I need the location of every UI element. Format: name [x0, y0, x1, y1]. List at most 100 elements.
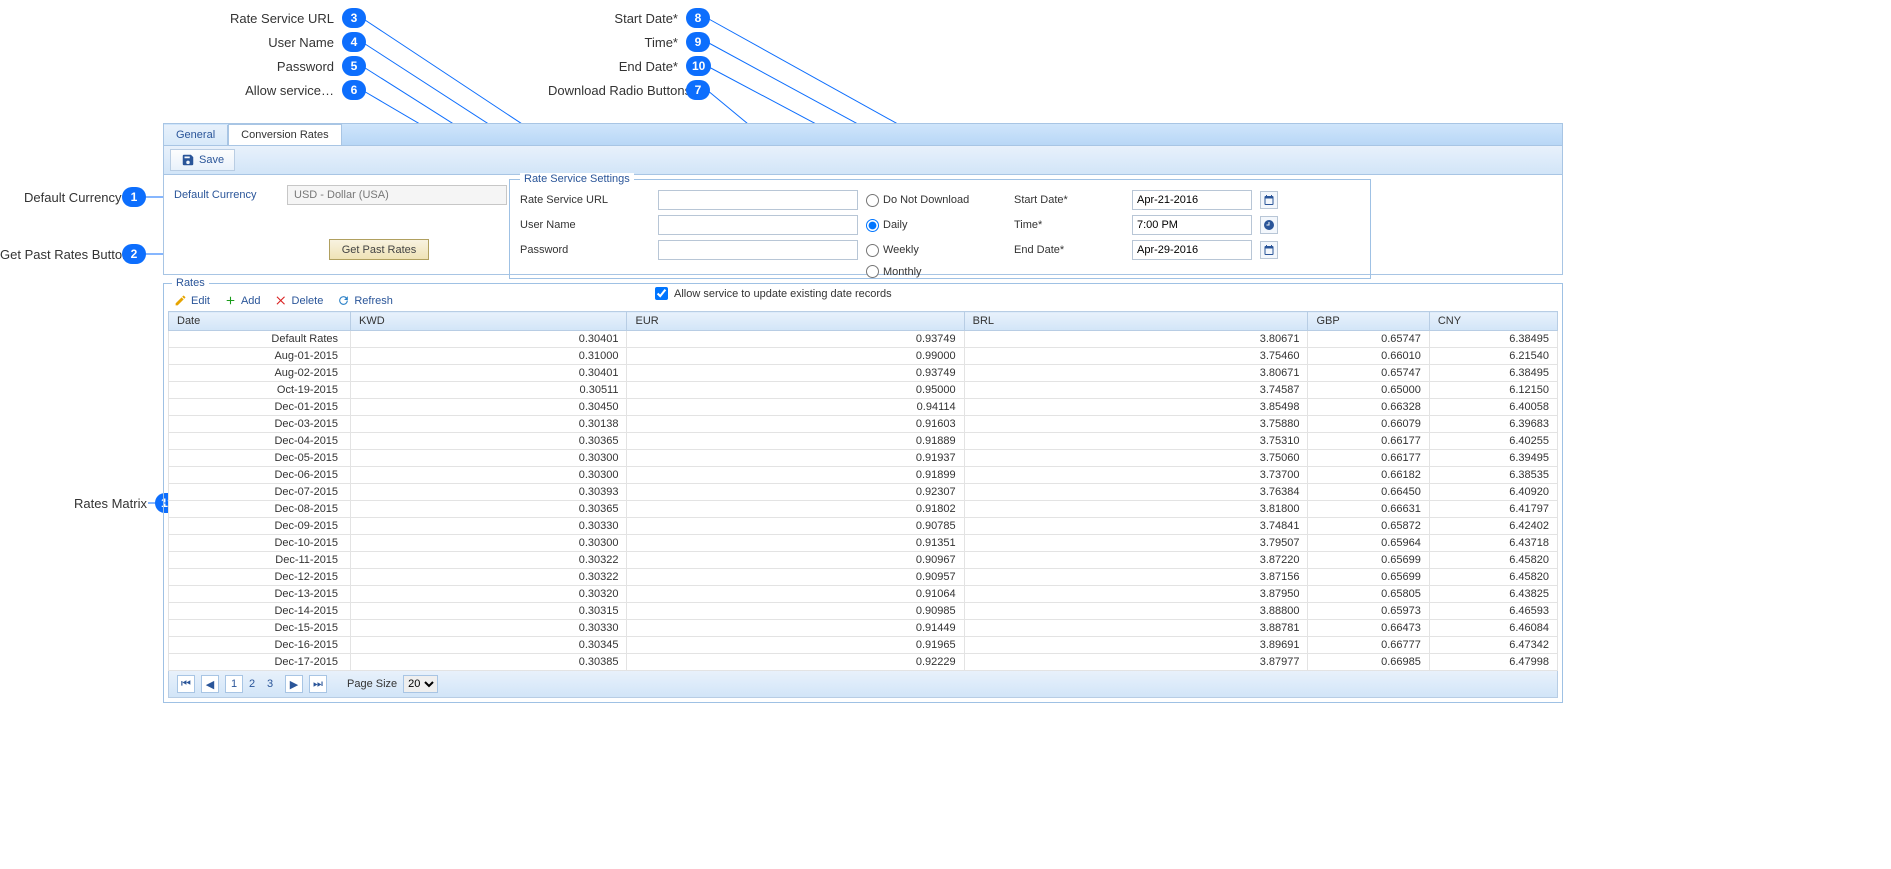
cell-brl: 3.75310: [964, 433, 1308, 450]
end-date-picker-button[interactable]: [1260, 241, 1278, 259]
pager-last[interactable]: ⏭: [309, 675, 327, 693]
cell-date: Aug-01-2015: [169, 348, 351, 365]
end-date-label: End Date*: [1014, 244, 1124, 256]
pager-next[interactable]: ▶: [285, 675, 303, 693]
cell-kwd: 0.30511: [351, 382, 627, 399]
table-row[interactable]: Oct-19-20150.305110.950003.745870.650006…: [169, 382, 1558, 399]
cell-cny: 6.46593: [1429, 603, 1557, 620]
end-date-input[interactable]: [1132, 240, 1252, 260]
cell-kwd: 0.30300: [351, 535, 627, 552]
tab-conversion-rates[interactable]: Conversion Rates: [228, 124, 341, 145]
table-row[interactable]: Aug-01-20150.310000.990003.754600.660106…: [169, 348, 1558, 365]
rates-edit-button[interactable]: Edit: [174, 294, 210, 307]
get-past-rates-button[interactable]: Get Past Rates: [329, 239, 429, 260]
start-date-input[interactable]: [1132, 190, 1252, 210]
cell-brl: 3.81800: [964, 501, 1308, 518]
table-row[interactable]: Dec-14-20150.303150.909853.888000.659736…: [169, 603, 1558, 620]
table-row[interactable]: Dec-07-20150.303930.923073.763840.664506…: [169, 484, 1558, 501]
cell-eur: 0.92307: [627, 484, 964, 501]
table-row[interactable]: Dec-11-20150.303220.909673.872200.656996…: [169, 552, 1558, 569]
radio-monthly[interactable]: [866, 265, 879, 278]
rss-pass-input[interactable]: [658, 240, 858, 260]
cell-cny: 6.42402: [1429, 518, 1557, 535]
table-row[interactable]: Dec-08-20150.303650.918023.818000.666316…: [169, 501, 1558, 518]
radio-daily[interactable]: [866, 219, 879, 232]
save-button[interactable]: Save: [170, 149, 235, 171]
table-row[interactable]: Aug-02-20150.304010.937493.806710.657476…: [169, 365, 1558, 382]
pager-page-1[interactable]: 1: [225, 675, 243, 693]
cell-date: Dec-12-2015: [169, 569, 351, 586]
cell-brl: 3.74841: [964, 518, 1308, 535]
col-cny[interactable]: CNY: [1429, 312, 1557, 331]
cell-date: Dec-14-2015: [169, 603, 351, 620]
cell-brl: 3.75460: [964, 348, 1308, 365]
callout-user-name: User Name4: [214, 32, 366, 52]
cell-gbp: 0.66177: [1308, 450, 1429, 467]
main-toolbar: Save: [163, 145, 1563, 175]
table-row[interactable]: Dec-13-20150.303200.910643.879500.658056…: [169, 586, 1558, 603]
cell-eur: 0.91937: [627, 450, 964, 467]
cell-kwd: 0.30365: [351, 433, 627, 450]
col-brl[interactable]: BRL: [964, 312, 1308, 331]
time-label: Time*: [1014, 219, 1124, 231]
table-row[interactable]: Dec-04-20150.303650.918893.753100.661776…: [169, 433, 1558, 450]
cell-gbp: 0.65000: [1308, 382, 1429, 399]
rss-user-input[interactable]: [658, 215, 858, 235]
pager-prev[interactable]: ◀: [201, 675, 219, 693]
table-row[interactable]: Dec-12-20150.303220.909573.871560.656996…: [169, 569, 1558, 586]
cell-kwd: 0.30365: [351, 501, 627, 518]
table-row[interactable]: Dec-06-20150.303000.918993.737000.661826…: [169, 467, 1558, 484]
rates-header-row: Date KWD EUR BRL GBP CNY: [169, 312, 1558, 331]
table-row[interactable]: Dec-10-20150.303000.913513.795070.659646…: [169, 535, 1558, 552]
cell-brl: 3.73700: [964, 467, 1308, 484]
radio-do-not-download[interactable]: [866, 194, 879, 207]
table-row[interactable]: Dec-05-20150.303000.919373.750600.661776…: [169, 450, 1558, 467]
radio-weekly[interactable]: [866, 244, 879, 257]
table-row[interactable]: Dec-16-20150.303450.919653.896910.667776…: [169, 637, 1558, 654]
cell-kwd: 0.30300: [351, 450, 627, 467]
page-size-select[interactable]: 20: [403, 675, 438, 693]
cell-cny: 6.38495: [1429, 331, 1557, 348]
time-input[interactable]: [1132, 215, 1252, 235]
pager-page-2[interactable]: 2: [243, 675, 261, 693]
cell-brl: 3.88800: [964, 603, 1308, 620]
tab-general[interactable]: General: [164, 125, 228, 145]
col-kwd[interactable]: KWD: [351, 312, 627, 331]
col-gbp[interactable]: GBP: [1308, 312, 1429, 331]
cell-kwd: 0.30385: [351, 654, 627, 671]
cell-cny: 6.21540: [1429, 348, 1557, 365]
table-row[interactable]: Default Rates0.304010.937493.806710.6574…: [169, 331, 1558, 348]
table-row[interactable]: Dec-01-20150.304500.941143.854980.663286…: [169, 399, 1558, 416]
rss-url-input[interactable]: [658, 190, 858, 210]
app-panel: General Conversion Rates Save Default Cu…: [163, 123, 1563, 703]
save-label: Save: [199, 154, 224, 166]
time-picker-button[interactable]: [1260, 216, 1278, 234]
start-date-picker-button[interactable]: [1260, 191, 1278, 209]
calendar-icon: [1263, 194, 1275, 206]
col-date[interactable]: Date: [169, 312, 351, 331]
cell-date: Dec-01-2015: [169, 399, 351, 416]
cell-eur: 0.90967: [627, 552, 964, 569]
cell-eur: 0.91064: [627, 586, 964, 603]
default-currency-input[interactable]: [287, 185, 507, 205]
allow-service-checkbox[interactable]: [655, 287, 668, 300]
pager-page-3[interactable]: 3: [261, 675, 279, 693]
table-row[interactable]: Dec-15-20150.303300.914493.887810.664736…: [169, 620, 1558, 637]
rates-delete-button[interactable]: Delete: [275, 294, 324, 307]
pager-first[interactable]: ⏮: [177, 675, 195, 693]
table-row[interactable]: Dec-09-20150.303300.907853.748410.658726…: [169, 518, 1558, 535]
cell-brl: 3.74587: [964, 382, 1308, 399]
cell-kwd: 0.30450: [351, 399, 627, 416]
cell-kwd: 0.30315: [351, 603, 627, 620]
cell-brl: 3.87220: [964, 552, 1308, 569]
rss-url-label: Rate Service URL: [520, 194, 650, 206]
callout-download-radios: Download Radio Buttons7: [548, 80, 710, 100]
col-eur[interactable]: EUR: [627, 312, 964, 331]
save-icon: [181, 153, 195, 167]
rates-refresh-button[interactable]: Refresh: [337, 294, 393, 307]
cell-eur: 0.91889: [627, 433, 964, 450]
table-row[interactable]: Dec-17-20150.303850.922293.879770.669856…: [169, 654, 1558, 671]
pencil-icon: [174, 294, 187, 307]
table-row[interactable]: Dec-03-20150.301380.916033.758800.660796…: [169, 416, 1558, 433]
rates-add-button[interactable]: Add: [224, 294, 261, 307]
